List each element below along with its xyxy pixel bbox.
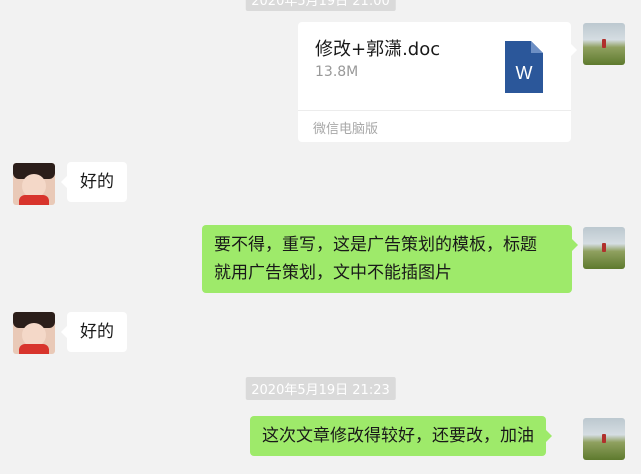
my-avatar[interactable] [583,23,625,65]
message-bubble-friend[interactable]: 好的 [61,312,127,352]
message-bubble-friend[interactable]: 好的 [61,162,127,202]
message-bubble-me[interactable]: 要不得，重写，这是广告策划的模板，标题 就用广告策划，文中不能插图片 [202,225,578,293]
timestamp-top: 2020年5月19日 21:00 [245,0,396,11]
word-icon-letter: W [516,63,533,83]
my-avatar[interactable] [583,418,625,460]
file-source-label: 微信电脑版 [313,122,379,137]
friend-avatar[interactable] [13,163,55,205]
my-avatar[interactable] [583,227,625,269]
file-name: 修改+郭潇.doc [315,39,441,60]
file-message-card[interactable]: 修改+郭潇.doc 13.8M W 微信电脑版 [298,22,577,142]
message-line: 就用广告策划，文中不能插图片 [214,263,452,283]
message-bubble-me[interactable]: 这次文章修改得较好，还要改，加油 [250,416,552,456]
file-size: 13.8M [315,64,359,80]
file-card-divider [298,110,571,111]
timestamp: 2020年5月19日 21:23 [245,377,396,400]
message-line: 要不得，重写，这是广告策划的模板，标题 [214,235,537,255]
word-doc-icon: W [505,41,543,93]
friend-avatar[interactable] [13,312,55,354]
